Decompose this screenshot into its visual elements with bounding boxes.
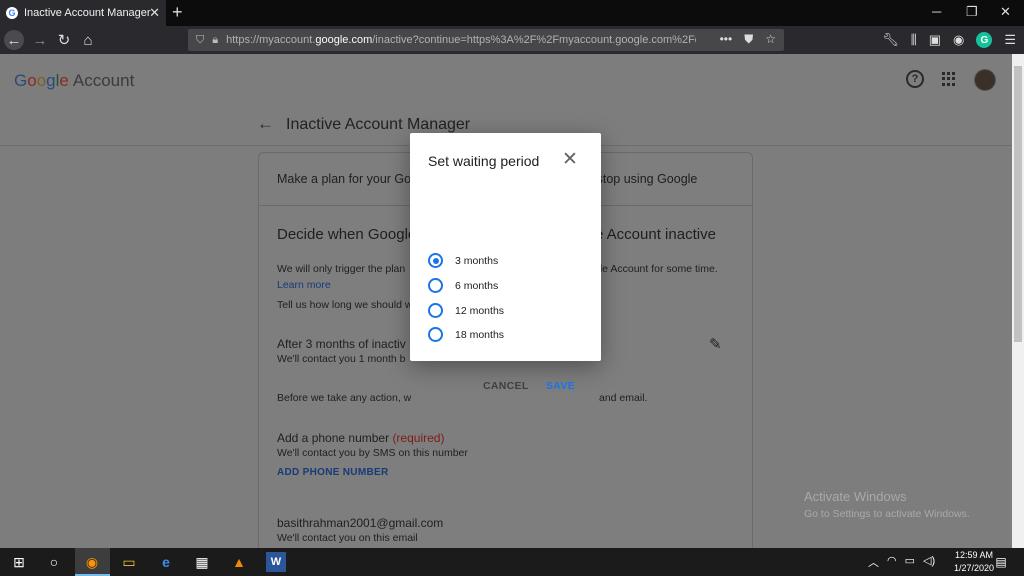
shield-icon[interactable]: ⛉ (196, 34, 204, 47)
add-phone-button[interactable]: ADD PHONE NUMBER (277, 467, 388, 478)
option-label: 6 months (455, 279, 499, 292)
phone-label: Add a phone number (required) (277, 431, 445, 445)
option-label: 12 months (455, 304, 505, 317)
menu-icon[interactable]: ☰ (1004, 32, 1016, 48)
set-waiting-period-dialog: Set waiting period ✕ 3 months 6 months 1… (410, 133, 601, 392)
activate-windows-title: Activate Windows (804, 489, 907, 504)
option-label: 3 months (455, 254, 499, 267)
url-bar[interactable]: ⛉ 🔒︎ https://myaccount.google.com/inacti… (188, 29, 784, 51)
restore-icon[interactable]: ❐ (966, 4, 978, 20)
radio-checked-icon[interactable] (428, 253, 443, 268)
window-close-icon[interactable]: ✕ (1000, 4, 1011, 20)
cancel-button[interactable]: CANCEL (483, 380, 529, 392)
close-icon[interactable]: ✕ (562, 148, 578, 171)
search-icon[interactable]: ○ (44, 552, 64, 572)
tab-title: Inactive Account Manager (24, 7, 151, 19)
network-icon[interactable]: ◠ (887, 554, 897, 570)
option-12-months[interactable]: 12 months (428, 303, 504, 318)
apps-grid-icon[interactable] (942, 72, 956, 86)
option-label: 18 months (455, 328, 505, 341)
taskbar-clock[interactable]: 12:59 AM 1/27/2020 (954, 549, 994, 575)
email-sub-text: We'll contact you on this email (277, 532, 418, 544)
before-action-text-left: Before we take any action, w (277, 392, 412, 404)
windows-start-icon[interactable]: ⊞ (10, 552, 28, 572)
reload-icon[interactable]: ↻ (54, 30, 74, 50)
scrollbar-thumb[interactable] (1014, 66, 1022, 342)
new-tab-icon[interactable]: + (172, 2, 183, 23)
option-6-months[interactable]: 6 months (428, 278, 498, 293)
phone-sub-text: We'll contact you by SMS on this number (277, 447, 468, 459)
contact-month-text: We'll contact you 1 month b (277, 353, 406, 365)
back-arrow-icon[interactable]: ← (257, 114, 274, 134)
bookmark-star-icon[interactable]: ☆ (765, 32, 776, 47)
minimize-icon[interactable]: ─ (932, 4, 941, 19)
section-heading-right: e Account inactive (595, 226, 716, 243)
browser-tab-bar: G Inactive Account Manager ✕ + ─ ❐ ✕ (0, 0, 1024, 26)
clock-date: 1/27/2020 (953, 563, 994, 573)
section-heading-left: Decide when Google (277, 226, 417, 243)
back-icon[interactable]: ← (4, 30, 24, 50)
word-icon[interactable]: W (266, 552, 286, 572)
option-3-months[interactable]: 3 months (428, 253, 498, 268)
store-icon[interactable]: ▦ (192, 552, 212, 572)
windows-taskbar: ⊞ ○ ◉ ▭ e ▦ ▲ W ︿ ◠ ▭ ◁) 12:59 AM 1/27/2… (0, 548, 1024, 576)
system-tray: ︿ ◠ ▭ ◁) (868, 554, 935, 570)
browser-nav-bar: ← → ↻ ⌂ ⛉ 🔒︎ https://myaccount.google.co… (0, 26, 1024, 54)
required-badge: (required) (392, 431, 445, 445)
page-actions-icon[interactable]: ••• (720, 32, 733, 47)
dialog-title: Set waiting period (428, 153, 540, 169)
sidebar-icon[interactable]: ▣ (929, 32, 941, 48)
activate-windows-sub: Go to Settings to activate Windows. (804, 508, 970, 520)
help-icon[interactable]: ? (906, 70, 924, 88)
page-title: Inactive Account Manager (286, 116, 471, 133)
vlc-icon[interactable]: ▲ (229, 552, 249, 572)
trigger-text-left: We will only trigger the plan (277, 263, 406, 275)
before-action-text-right: and email. (599, 392, 648, 404)
email-address: basithrahman2001@gmail.com (277, 516, 444, 530)
after-months-text: After 3 months of inactiv (277, 337, 406, 351)
firefox-icon[interactable]: ◉ (82, 552, 102, 572)
tab-close-icon[interactable]: ✕ (149, 5, 160, 21)
notifications-icon[interactable]: ▤ (992, 552, 1010, 572)
avatar[interactable] (974, 69, 996, 91)
grammarly-icon[interactable]: G (976, 32, 993, 48)
pocket-icon[interactable]: ⛊ (744, 32, 753, 47)
edge-icon[interactable]: e (156, 552, 176, 572)
clock-time: 12:59 AM (954, 550, 993, 560)
radio-unchecked-icon[interactable] (428, 327, 443, 342)
google-account-logo[interactable]: Google Account (14, 71, 134, 91)
browser-tab[interactable]: G Inactive Account Manager ✕ (0, 0, 166, 26)
wrench-icon[interactable]: 🔧︎ (882, 32, 899, 48)
lock-icon[interactable]: 🔒︎ (212, 34, 218, 47)
home-icon[interactable]: ⌂ (78, 30, 98, 50)
radio-unchecked-icon[interactable] (428, 278, 443, 293)
chevron-up-icon[interactable]: ︿ (868, 554, 879, 570)
google-favicon-icon: G (6, 7, 18, 19)
page-scrollbar[interactable] (1012, 54, 1024, 548)
forward-icon[interactable]: → (30, 30, 50, 50)
tell-us-text: Tell us how long we should w (277, 299, 413, 311)
volume-icon[interactable]: ◁) (923, 554, 935, 570)
edit-pencil-icon[interactable]: ✎ (709, 335, 722, 353)
url-text[interactable]: https://myaccount.google.com/inactive?co… (226, 34, 696, 46)
file-explorer-icon[interactable]: ▭ (119, 552, 139, 572)
learn-more-link[interactable]: Learn more (277, 279, 331, 291)
option-18-months[interactable]: 18 months (428, 327, 504, 342)
battery-icon[interactable]: ▭ (905, 554, 915, 570)
account-icon[interactable]: ◉ (953, 32, 964, 48)
trigger-text-right: gle Account for some time. (594, 263, 718, 275)
radio-unchecked-icon[interactable] (428, 303, 443, 318)
library-icon[interactable]: ⫼ (911, 32, 917, 48)
save-button[interactable]: SAVE (546, 380, 575, 392)
